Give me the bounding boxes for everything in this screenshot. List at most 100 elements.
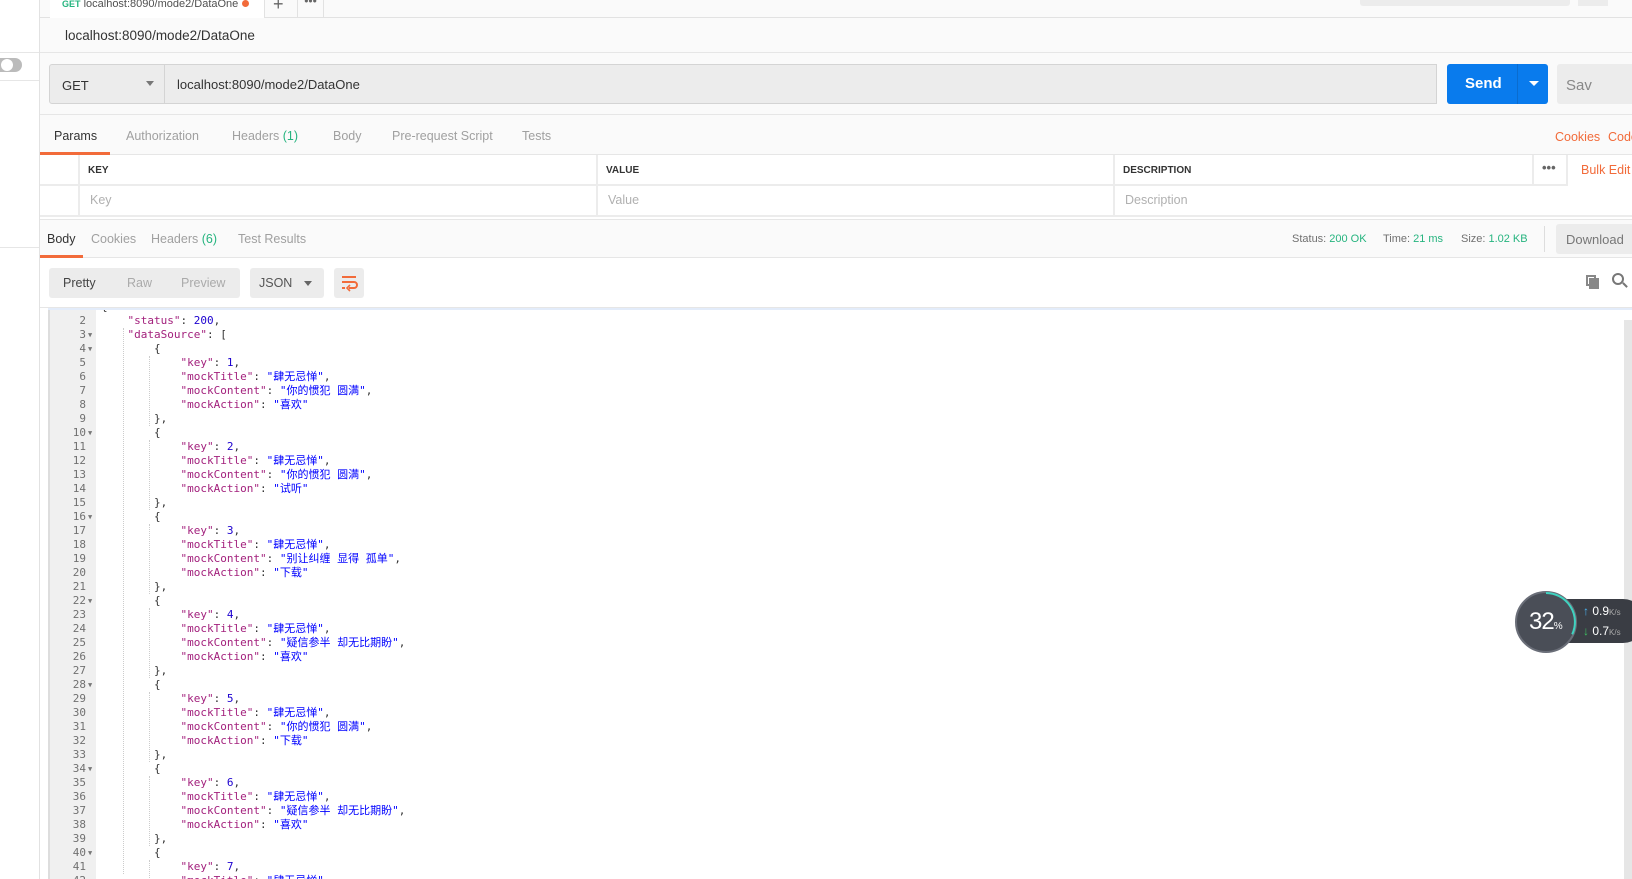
code-line: "mockContent": "疑信参半 却无比期盼", — [180, 636, 406, 649]
tab-label: Headers — [151, 232, 202, 246]
request-tab[interactable]: GET localhost:8090/mode2/DataOne — [50, 0, 265, 18]
description-input[interactable]: Description — [1115, 186, 1632, 217]
tab-test-results[interactable]: Test Results — [238, 232, 306, 246]
toggle-switch[interactable] — [0, 58, 22, 72]
tab-body[interactable]: Body — [333, 129, 362, 143]
code-line: "key": 3, — [180, 524, 241, 537]
line-number: 26 — [72, 650, 86, 663]
line-number: 13 — [72, 468, 86, 481]
view-preview[interactable]: Preview — [181, 276, 225, 290]
environment-select[interactable] — [1360, 0, 1570, 6]
fold-arrow-icon[interactable]: ▼ — [88, 342, 92, 356]
tab-pre-request-script[interactable]: Pre-request Script — [392, 129, 493, 143]
params-table: KEY VALUE DESCRIPTION ••• Bulk Edit Key … — [40, 155, 1632, 217]
code-line: "dataSource": [ — [127, 328, 227, 341]
line-number: 8 — [79, 398, 86, 411]
fold-arrow-icon[interactable]: ▼ — [88, 328, 92, 342]
tab-more-icon[interactable]: ••• — [297, 0, 324, 18]
code-line: "mockAction": "喜欢" — [180, 398, 309, 411]
code-link[interactable]: Code — [1608, 130, 1632, 144]
key-header: KEY — [80, 155, 598, 186]
cookies-link[interactable]: Cookies — [1555, 130, 1600, 144]
code-line: "mockAction": "喜欢" — [180, 650, 309, 663]
response-body-editor[interactable]: 123▼4▼5678910▼111213141516▼171819202122▼… — [48, 308, 1632, 879]
download-value: 0.7 — [1592, 624, 1610, 638]
tab-response-body[interactable]: Body — [47, 232, 76, 246]
download-button[interactable]: Download — [1556, 224, 1632, 254]
response-tabs: Body Cookies Headers (6) Test Results St… — [40, 219, 1632, 258]
indent-guide — [149, 356, 150, 426]
tab-params[interactable]: Params — [54, 129, 97, 143]
request-title: localhost:8090/mode2/DataOne — [65, 28, 255, 43]
speed-unit: K/s — [1609, 608, 1621, 617]
code-line: "mockAction": "下载" — [180, 734, 309, 747]
line-number: 9 — [79, 412, 86, 425]
size-readout: Size: 1.02 KB — [1461, 233, 1528, 245]
status-readout: Status: 200 OK — [1292, 233, 1367, 245]
divider — [0, 247, 39, 248]
view-pretty[interactable]: Pretty — [63, 276, 96, 290]
row-checkbox[interactable] — [40, 186, 80, 217]
time-readout: Time: 21 ms — [1383, 233, 1443, 245]
line-number: 23 — [72, 608, 86, 621]
copy-icon[interactable] — [1586, 275, 1599, 289]
tab-authorization[interactable]: Authorization — [126, 129, 199, 143]
tab-title: localhost:8090/mode2/DataOne — [83, 0, 239, 10]
line-number: 37 — [72, 804, 86, 817]
cpu-gauge: 32% — [1515, 591, 1577, 653]
send-button[interactable]: Send — [1447, 64, 1548, 104]
tab-headers[interactable]: Headers (1) — [232, 129, 298, 143]
indent-guide — [149, 692, 150, 762]
method-select[interactable]: GET — [49, 64, 165, 104]
line-number: 29 — [72, 692, 86, 705]
fold-arrow-icon[interactable]: ▼ — [88, 762, 92, 776]
view-mode-segment: Pretty Raw Preview — [49, 268, 240, 298]
value-input[interactable]: Value — [598, 186, 1115, 217]
format-select[interactable]: JSON — [250, 268, 324, 298]
line-number: 6 — [79, 370, 86, 383]
fold-arrow-icon[interactable]: ▼ — [88, 678, 92, 692]
new-tab-plus-icon[interactable]: + — [273, 0, 284, 15]
fold-arrow-icon[interactable]: ▼ — [88, 426, 92, 440]
wrap-lines-icon[interactable] — [334, 268, 364, 298]
line-number: 22 — [72, 594, 86, 607]
save-button[interactable]: Sav — [1557, 64, 1632, 104]
size-label: Size: — [1461, 233, 1486, 245]
response-toolbar: Pretty Raw Preview JSON — [40, 258, 1632, 308]
line-number: 34 — [72, 762, 86, 775]
line-number: 21 — [72, 580, 86, 593]
line-number: 20 — [72, 566, 86, 579]
fold-arrow-icon[interactable]: ▼ — [88, 846, 92, 860]
view-raw[interactable]: Raw — [127, 276, 152, 290]
tab-label: Headers — [232, 129, 283, 143]
code-line: "mockAction": "试听" — [180, 482, 309, 495]
line-number: 41 — [72, 860, 86, 873]
bulk-edit-link[interactable]: Bulk Edit — [1581, 163, 1630, 177]
upload-value: 0.9 — [1592, 604, 1610, 618]
request-title-bar: localhost:8090/mode2/DataOne — [40, 18, 1632, 53]
tab-response-cookies[interactable]: Cookies — [91, 232, 136, 246]
line-number: 17 — [72, 524, 86, 537]
line-number: 40 — [72, 846, 86, 859]
size-value: 1.02 KB — [1488, 233, 1528, 245]
line-number: 28 — [72, 678, 86, 691]
line-number: 7 — [79, 384, 86, 397]
indent-guide — [149, 860, 150, 879]
download-speed: ↓ 0.7K/s — [1583, 624, 1621, 638]
code-line: "mockContent": "疑信参半 却无比期盼", — [180, 804, 406, 817]
fold-arrow-icon[interactable]: ▼ — [88, 510, 92, 524]
environment-quicklook[interactable] — [1578, 0, 1608, 6]
status-label: Status: — [1292, 233, 1327, 245]
key-input[interactable]: Key — [80, 186, 598, 217]
search-icon[interactable] — [1612, 273, 1628, 289]
send-dropdown[interactable] — [1517, 64, 1548, 104]
url-input[interactable]: localhost:8090/mode2/DataOne — [165, 64, 1437, 104]
code-line: "mockTitle": "肆无忌惮", — [180, 454, 331, 467]
tab-response-headers[interactable]: Headers (6) — [151, 232, 217, 246]
code-line: }, — [101, 832, 168, 845]
tab-tests[interactable]: Tests — [522, 129, 551, 143]
more-options-icon[interactable]: ••• — [1534, 155, 1568, 186]
code-line: "key": 6, — [180, 776, 241, 789]
fold-arrow-icon[interactable]: ▼ — [88, 594, 92, 608]
code-line: "mockContent": "别让纠缠 显得 孤单", — [180, 552, 401, 565]
